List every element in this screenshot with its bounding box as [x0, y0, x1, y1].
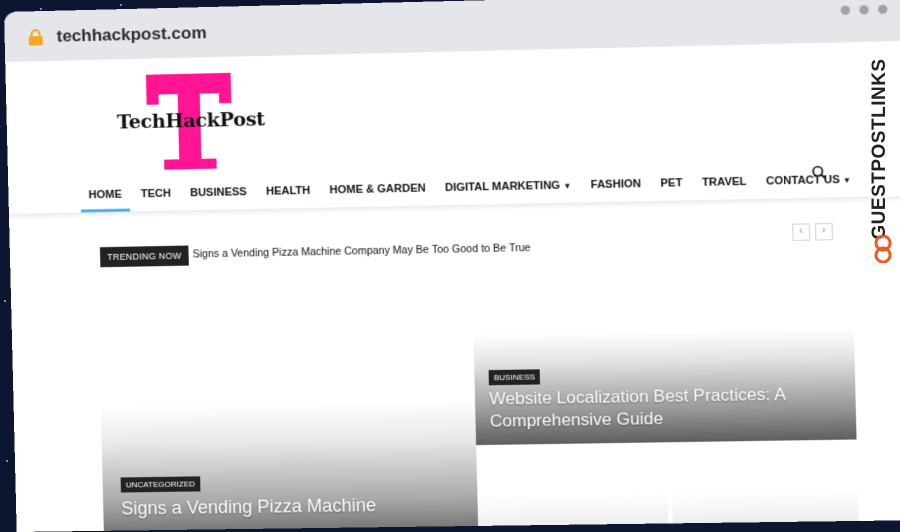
trending-next-button[interactable]: ›	[814, 222, 833, 241]
logo-wordmark: TechHackPost	[116, 108, 266, 134]
trending-prev-button[interactable]: ‹	[792, 223, 811, 241]
featured-post-small[interactable]	[477, 493, 669, 532]
category-badge[interactable]: UNCATEGORIZED	[120, 476, 201, 493]
nav-label: FASHION	[590, 177, 642, 192]
nav-label: TECH	[140, 187, 172, 201]
nav-item-travel[interactable]: TRAVEL	[702, 168, 747, 197]
featured-post-left[interactable]: UNCATEGORIZED Signs a Vending Pizza Mach…	[100, 399, 479, 532]
site-logo[interactable]: TechHackPost	[116, 72, 266, 171]
nav-label: HOME	[88, 188, 122, 202]
window-control-dot[interactable]	[840, 5, 851, 15]
nav-label: CONTACT US	[765, 173, 841, 188]
link-chain-icon	[874, 235, 892, 263]
nav-item-tech[interactable]: TECH	[140, 180, 171, 209]
nav-item-fashion[interactable]: FASHION	[590, 170, 641, 199]
nav-label: DIGITAL MARKETING	[444, 179, 561, 195]
lock-icon	[28, 29, 43, 46]
nav-item-health[interactable]: HEALTH	[266, 177, 311, 206]
nav-label: HEALTH	[265, 184, 311, 198]
chevron-down-icon: ▼	[563, 181, 572, 191]
category-badge[interactable]: BUSINESS	[488, 369, 541, 386]
trending-headline-link[interactable]: Signs a Vending Pizza Machine Company Ma…	[192, 242, 530, 261]
post-title[interactable]: Website Localization Best Practices: A C…	[489, 383, 829, 433]
featured-post-small[interactable]	[671, 488, 859, 532]
chevron-down-icon: ▼	[842, 175, 852, 186]
nav-item-business[interactable]: BUSINESS	[190, 178, 247, 207]
address-bar-url[interactable]: techhackpost.com	[56, 23, 206, 47]
trending-badge: TRENDING NOW	[99, 245, 189, 268]
watermark-text: GUESTPOSTLINKS	[869, 58, 890, 240]
window-control-dot[interactable]	[859, 5, 869, 15]
window-control-dot[interactable]	[877, 4, 888, 15]
nav-label: HOME & GARDEN	[329, 182, 426, 197]
nav-item-pet[interactable]: PET	[660, 169, 683, 198]
search-icon[interactable]	[811, 165, 826, 180]
browser-window: techhackpost.com TechHackPost HOME TECH …	[4, 0, 900, 532]
nav-label: TRAVEL	[701, 175, 747, 189]
nav-item-home-garden[interactable]: HOME & GARDEN	[329, 174, 426, 204]
nav-item-digital-marketing[interactable]: DIGITAL MARKETING ▼	[445, 171, 572, 202]
nav-item-home[interactable]: HOME	[88, 181, 122, 210]
nav-label: BUSINESS	[189, 186, 247, 200]
nav-label: PET	[660, 177, 683, 190]
nav-item-contact-us[interactable]: CONTACT US ▼	[766, 166, 852, 196]
web-page: TechHackPost HOME TECH BUSINESS HEALTH H…	[5, 40, 900, 532]
guestpostlinks-watermark: GUESTPOSTLINKS	[868, 42, 898, 267]
featured-post-right[interactable]: BUSINESS Website Localization Best Pract…	[473, 327, 857, 446]
post-title[interactable]: Signs a Vending Pizza Machine	[121, 493, 466, 520]
